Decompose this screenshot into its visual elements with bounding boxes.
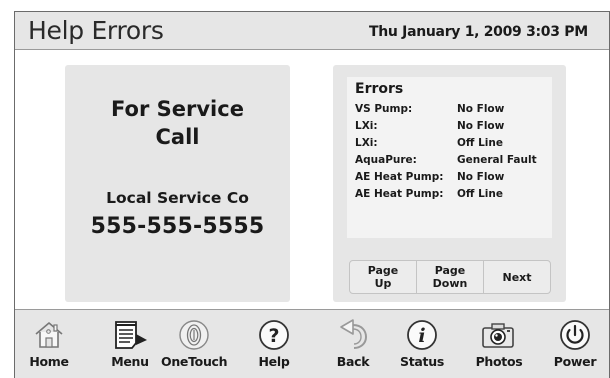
bottom-nav: Home Menu OneTouch ? Help Back i Status … [15,309,609,378]
nav-onetouch[interactable]: OneTouch [161,310,228,378]
app-frame: Help Errors Thu January 1, 2009 3:03 PM … [14,11,610,378]
error-device: AE Heat Pump: [355,188,444,200]
error-status: Off Line [457,137,503,149]
errors-panel: Errors VS Pump: No Flow LXi: No Flow LXi… [333,65,566,302]
nav-help-label: Help [258,354,290,369]
error-device: AE Heat Pump: [355,171,444,183]
service-panel: For Service Call Local Service Co 555-55… [65,65,290,302]
nav-power-label: Power [553,354,597,369]
page-title: Help Errors [28,16,164,45]
error-status: No Flow [457,120,505,132]
service-heading-line1: For Service [111,97,244,121]
next-label: Next [502,270,532,284]
error-status: General Fault [457,154,537,166]
svg-text:?: ? [268,325,279,347]
info-circle-icon: i [393,318,451,352]
errors-title: Errors [355,81,404,97]
nav-home[interactable]: Home [17,310,81,378]
house-icon [17,318,81,352]
nav-back[interactable]: Back [327,310,379,378]
pager: Page Up Page Down Next [349,260,551,294]
nav-menu[interactable]: Menu [101,310,159,378]
page-up-label-line1: Page [367,264,399,277]
page-up-label-line2: Up [374,277,392,290]
service-heading: For Service Call [65,95,290,151]
error-device: LXi: [355,120,378,132]
nav-photos[interactable]: Photos [467,310,531,378]
error-device: VS Pump: [355,103,413,115]
page-down-label-line2: Down [432,277,468,290]
question-circle-icon: ? [249,318,299,352]
notepad-icon [101,318,159,352]
next-button[interactable]: Next [484,261,550,293]
service-company: Local Service Co [106,189,249,207]
back-arrow-icon [327,318,379,352]
nav-help[interactable]: ? Help [249,310,299,378]
error-device: LXi: [355,137,378,149]
fingerprint-icon [161,318,227,352]
nav-status[interactable]: i Status [393,310,451,378]
service-heading-line2: Call [155,125,200,149]
svg-text:i: i [418,325,425,347]
service-phone: 555-555-5555 [90,214,265,239]
page-up-button[interactable]: Page Up [350,261,417,293]
nav-power[interactable]: Power [543,310,607,378]
error-status: No Flow [457,103,505,115]
error-status: No Flow [457,171,505,183]
nav-status-label: Status [400,354,444,369]
error-status: Off Line [457,188,503,200]
errors-list: Errors VS Pump: No Flow LXi: No Flow LXi… [347,77,552,238]
nav-photos-label: Photos [475,354,523,369]
page-down-label-line1: Page [434,264,466,277]
nav-back-label: Back [336,354,370,369]
nav-onetouch-label: OneTouch [161,354,228,369]
nav-menu-label: Menu [111,354,149,369]
page-down-button[interactable]: Page Down [417,261,484,293]
error-device: AquaPure: [355,154,417,166]
nav-home-label: Home [29,354,69,369]
date-time: Thu January 1, 2009 3:03 PM [369,24,588,40]
power-icon [543,318,607,352]
header-bar: Help Errors Thu January 1, 2009 3:03 PM [15,12,609,50]
camera-icon [467,318,531,352]
